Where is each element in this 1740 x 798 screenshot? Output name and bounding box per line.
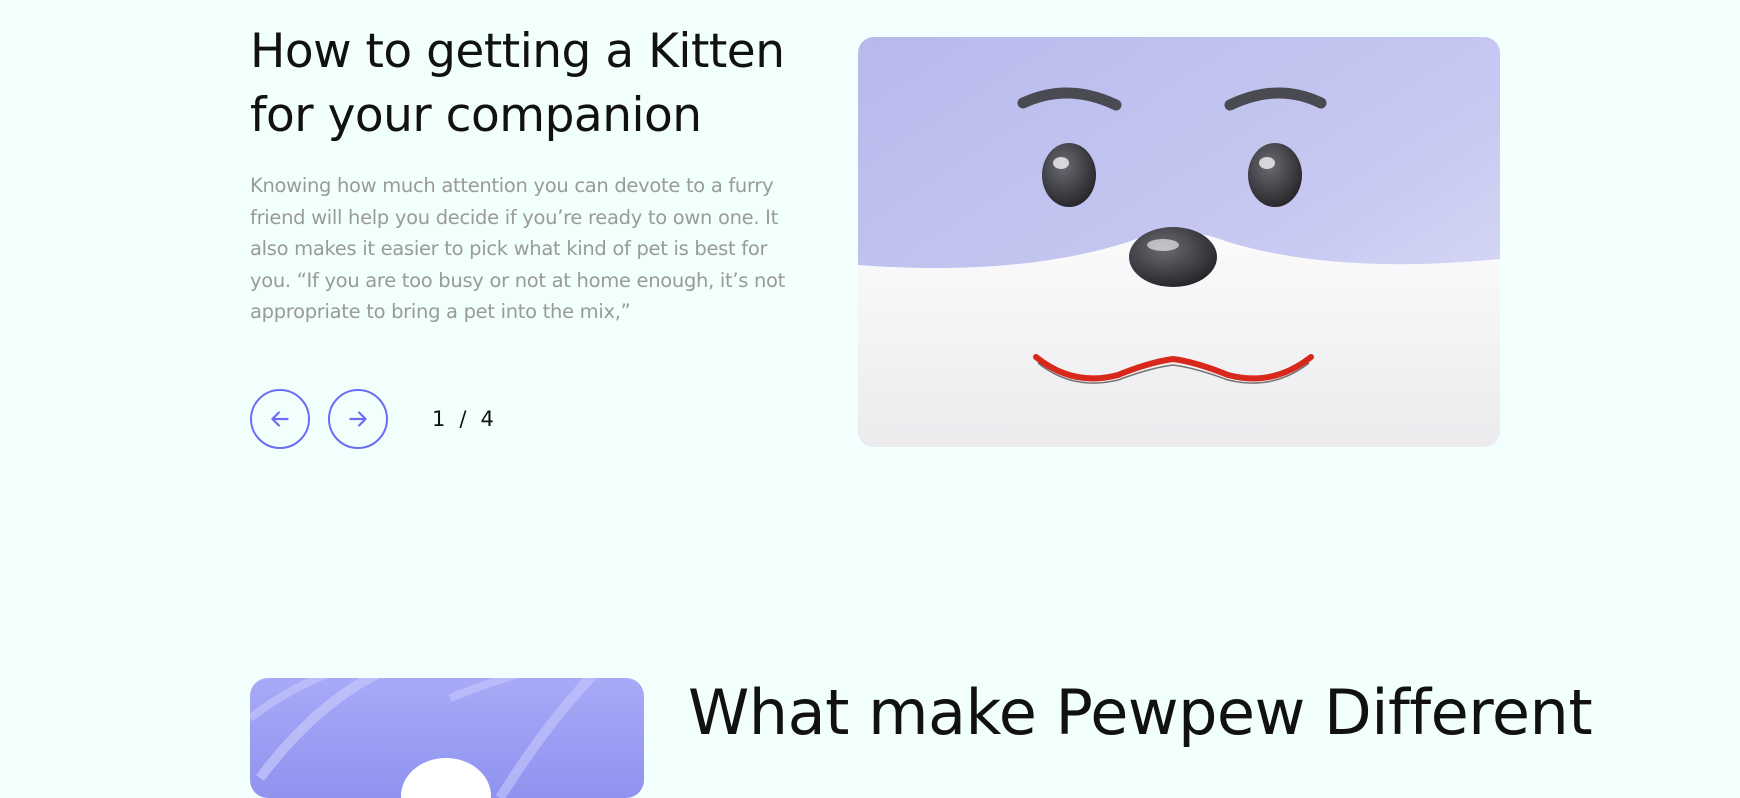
slide-counter: 1 / 4 [432,407,496,431]
article-body: Knowing how much attention you can devot… [250,174,786,323]
article-title: How to getting a Kitten for your compani… [250,24,785,143]
arrow-right-icon [349,411,367,427]
slide-current: 1 [432,407,448,431]
section-title: What make Pewpew Different [688,676,1593,749]
feature-image-card [250,678,644,798]
article-block: How to getting a Kitten for your compani… [250,20,810,328]
slider-pager: 1 / 4 [250,389,496,449]
prev-slide-button[interactable] [250,389,310,449]
arrow-left-icon [271,411,289,427]
hero-pet-image [858,37,1500,447]
slide-total: 4 [480,407,496,431]
next-slide-button[interactable] [328,389,388,449]
slide-separator: / [459,407,469,431]
